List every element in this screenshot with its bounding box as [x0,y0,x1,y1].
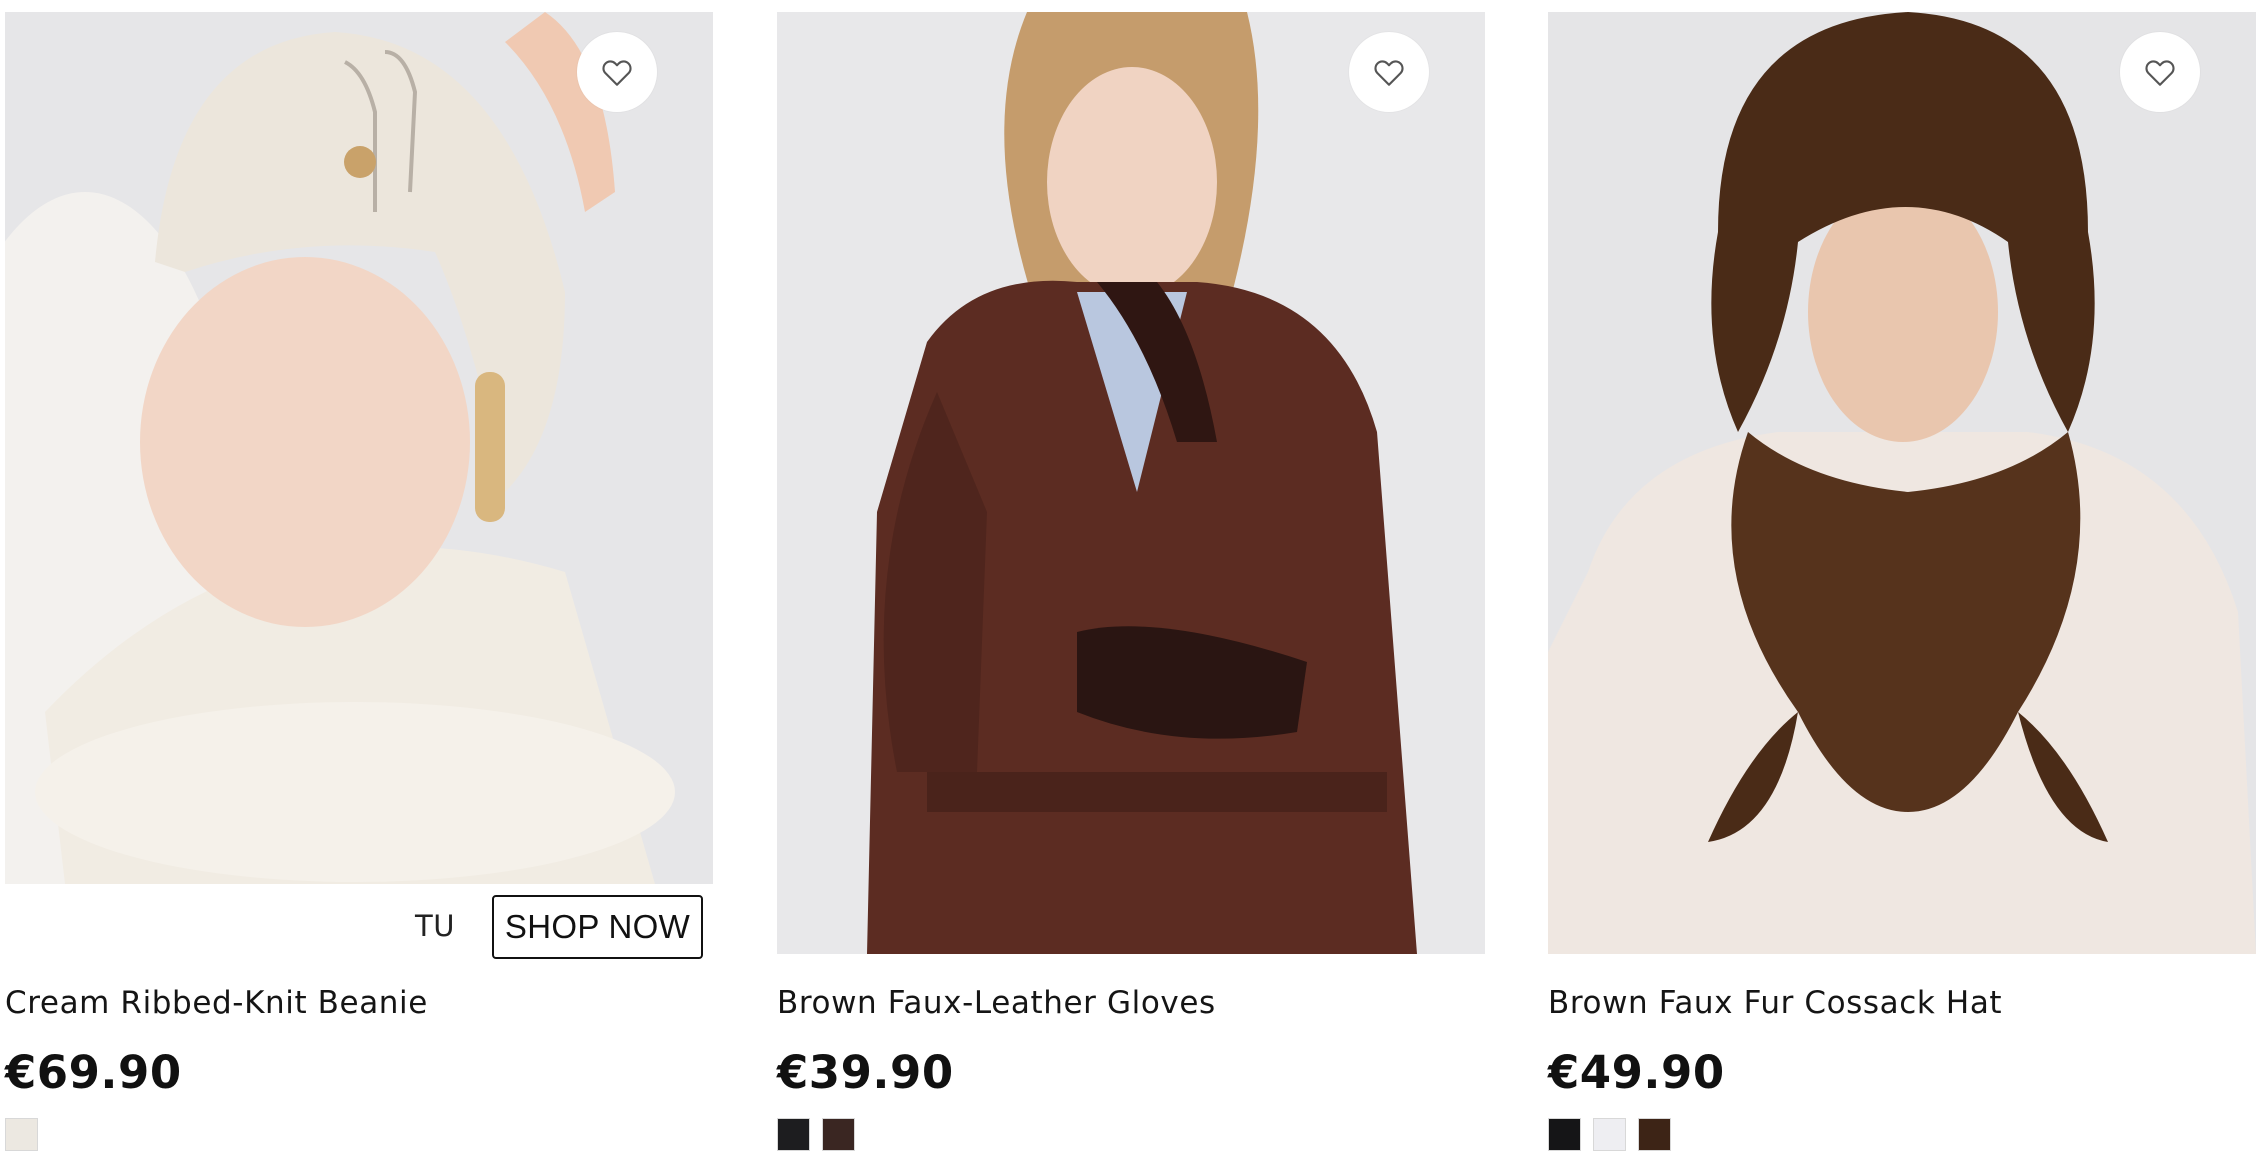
quick-shop-bar: TU SHOP NOW [5,895,713,961]
color-swatch[interactable] [5,1118,38,1151]
product-name[interactable]: Brown Faux Fur Cossack Hat [1548,985,2002,1021]
heart-outline-icon [2145,60,2175,86]
color-swatches [777,1118,855,1151]
size-option[interactable]: TU [415,909,455,943]
heart-outline-icon [602,60,632,86]
product-price: €39.90 [777,1046,954,1099]
product-card[interactable]: Brown Faux Fur Cossack Hat €49.90 [1548,12,2256,1151]
product-name[interactable]: Brown Faux-Leather Gloves [777,985,1216,1021]
color-swatch[interactable] [1548,1118,1581,1151]
product-image[interactable] [5,12,713,884]
product-image[interactable] [1548,12,2256,954]
color-swatch[interactable] [822,1118,855,1151]
wishlist-button[interactable] [1349,32,1429,112]
wishlist-button[interactable] [577,32,657,112]
product-price: €69.90 [5,1046,182,1099]
product-card[interactable]: Brown Faux-Leather Gloves €39.90 [777,12,1485,1151]
color-swatch[interactable] [777,1118,810,1151]
product-price: €49.90 [1548,1046,1725,1099]
color-swatch[interactable] [1638,1118,1671,1151]
color-swatch[interactable] [1593,1118,1626,1151]
product-image[interactable] [777,12,1485,954]
color-swatches [5,1118,38,1151]
heart-outline-icon [1374,60,1404,86]
product-name[interactable]: Cream Ribbed-Knit Beanie [5,985,428,1021]
color-swatches [1548,1118,1671,1151]
product-card[interactable]: TU SHOP NOW Cream Ribbed-Knit Beanie €69… [5,12,713,1151]
shop-now-button[interactable]: SHOP NOW [492,895,703,959]
wishlist-button[interactable] [2120,32,2200,112]
